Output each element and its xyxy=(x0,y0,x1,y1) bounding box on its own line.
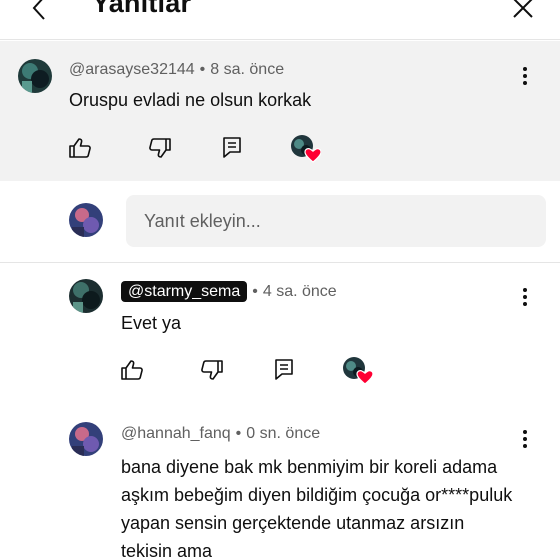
close-button[interactable] xyxy=(508,0,538,26)
more-vert-icon xyxy=(523,430,527,448)
reply-text: Evet ya xyxy=(121,313,182,333)
page-title: Yanıtlar xyxy=(92,0,192,18)
thumbs-down-icon xyxy=(149,138,171,158)
close-icon xyxy=(513,0,533,18)
more-vert-icon xyxy=(523,288,527,306)
creator-heart-icon xyxy=(343,357,374,385)
meta-separator: • xyxy=(252,283,258,300)
creator-handle-pill[interactable]: @starmy_sema xyxy=(121,281,248,302)
creator-heart-badge[interactable] xyxy=(291,135,322,163)
more-options-button[interactable] xyxy=(515,64,535,88)
reply-button[interactable] xyxy=(271,356,297,382)
avatar[interactable] xyxy=(18,59,52,93)
top-bar: Yanıtlar xyxy=(0,0,560,40)
add-reply-row xyxy=(0,181,560,263)
dislike-button[interactable] xyxy=(147,135,173,161)
thumbs-down-icon xyxy=(201,360,223,380)
more-options-button[interactable] xyxy=(515,285,535,309)
reply-time: 4 sa. önce xyxy=(262,283,337,300)
thumbs-up-icon xyxy=(69,138,91,158)
reply-time: 0 sn. önce xyxy=(246,425,321,442)
avatar-image xyxy=(69,203,103,237)
avatar[interactable] xyxy=(69,422,103,456)
dislike-button[interactable] xyxy=(199,357,225,383)
comment-icon xyxy=(223,137,241,158)
chevron-left-icon xyxy=(32,0,45,20)
meta-separator: • xyxy=(199,61,206,78)
back-button[interactable] xyxy=(24,0,54,26)
comment-icon xyxy=(275,359,293,380)
reply-author[interactable]: @hannah_fanq xyxy=(121,425,231,442)
like-button[interactable] xyxy=(119,357,145,383)
reply-input[interactable] xyxy=(126,195,546,247)
avatar-image xyxy=(69,422,103,456)
thumbs-up-icon xyxy=(121,360,143,380)
avatar-image xyxy=(69,279,103,313)
avatar xyxy=(69,203,103,237)
like-button[interactable] xyxy=(67,135,93,161)
comment-meta: @arasayse32144 • 8 sa. önce xyxy=(69,61,284,79)
parent-comment: @arasayse32144 • 8 sa. önce Oruspu evladi … xyxy=(0,41,560,181)
more-vert-icon xyxy=(523,67,527,85)
avatar-image xyxy=(18,59,52,93)
reply-meta: @hannah_fanq • 0 sn. önce xyxy=(121,425,320,443)
comment-text: Oruspu evladi ne olsun korkak xyxy=(69,90,312,110)
meta-separator: • xyxy=(235,425,242,442)
reply-button[interactable] xyxy=(219,134,245,160)
creator-heart-badge[interactable] xyxy=(343,357,374,385)
comment-author[interactable]: @arasayse32144 xyxy=(69,61,195,78)
reply-meta: @starmy_sema • 4 sa. önce xyxy=(121,281,337,302)
avatar[interactable] xyxy=(69,279,103,313)
reply-text: bana diyene bak mk benmiyim bir koreli a… xyxy=(121,457,513,560)
more-options-button[interactable] xyxy=(515,427,535,451)
creator-heart-icon xyxy=(291,135,322,163)
comment-time: 8 sa. önce xyxy=(210,61,285,78)
